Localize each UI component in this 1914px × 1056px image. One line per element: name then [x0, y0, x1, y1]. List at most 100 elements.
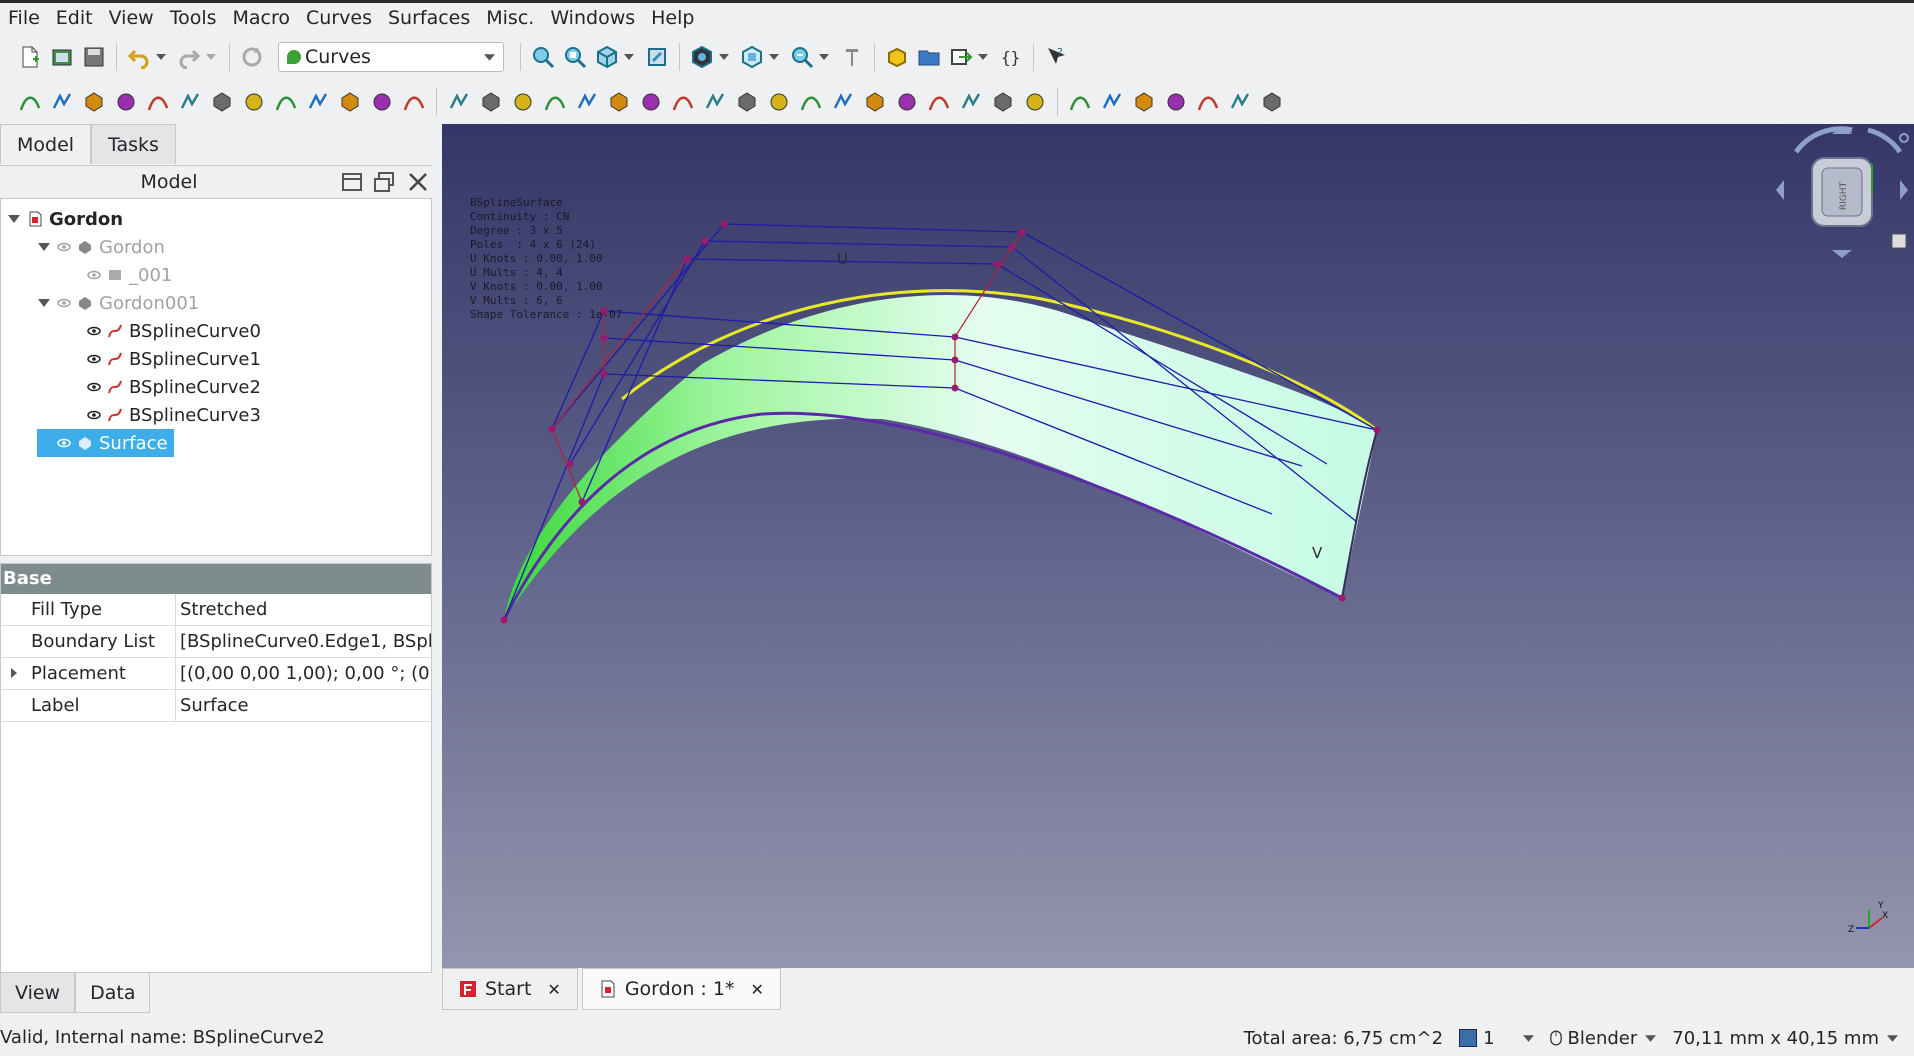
view-dropdown[interactable] — [623, 44, 635, 70]
script-icon[interactable] — [1163, 89, 1189, 115]
gordon-icon[interactable] — [478, 89, 504, 115]
arc-icon[interactable] — [49, 89, 75, 115]
toggle-layout-icon[interactable] — [340, 170, 364, 194]
extend-icon[interactable] — [542, 89, 568, 115]
close-icon[interactable] — [406, 170, 430, 194]
tab-model[interactable]: Model — [0, 124, 92, 164]
visibility-icon[interactable] — [87, 352, 101, 366]
surface-flatten-icon[interactable] — [369, 89, 395, 115]
cube-blue-icon[interactable] — [1099, 89, 1125, 115]
zoom-icon[interactable] — [789, 44, 815, 70]
split-icon[interactable] — [638, 89, 664, 115]
cube-menu-icon[interactable] — [1891, 233, 1907, 249]
bspline-icon[interactable] — [209, 89, 235, 115]
spiral-icon[interactable] — [241, 89, 267, 115]
property-row-placement[interactable]: Placement [(0,00 0,00 1,00); 0,00 °; (0,… — [1, 658, 431, 690]
visibility-icon[interactable] — [57, 296, 71, 310]
sweep-icon[interactable] — [401, 89, 427, 115]
sphere-icon[interactable] — [734, 89, 760, 115]
menu-view[interactable]: View — [101, 3, 162, 34]
new-icon[interactable] — [17, 44, 43, 70]
measure-distance-icon[interactable] — [839, 44, 865, 70]
visibility-icon[interactable] — [87, 408, 101, 422]
parametric-icon[interactable] — [926, 89, 952, 115]
property-row-label[interactable]: Label Surface — [1, 690, 431, 722]
tree-item[interactable]: Gordon — [7, 205, 123, 233]
close-icon[interactable]: ✕ — [750, 980, 763, 999]
tab-view[interactable]: View — [0, 973, 76, 1013]
grid-tool-icon[interactable] — [1227, 89, 1253, 115]
bend-icon[interactable] — [798, 89, 824, 115]
twist-icon[interactable] — [830, 89, 856, 115]
tree-item[interactable]: BSplineCurve0 — [67, 317, 261, 345]
visibility-icon[interactable] — [57, 436, 71, 450]
rotate-right-icon[interactable] — [1867, 127, 1903, 154]
tree-item[interactable]: Gordon001 — [37, 289, 199, 317]
expand-arrow-icon[interactable] — [9, 668, 19, 678]
tree-item[interactable]: BSplineCurve3 — [67, 401, 261, 429]
folder-icon[interactable] — [916, 44, 942, 70]
visibility-icon[interactable] — [87, 380, 101, 394]
cube-green-icon[interactable] — [1131, 89, 1157, 115]
arrow-left-icon[interactable] — [1776, 180, 1784, 200]
tree-item[interactable]: BSplineCurve2 — [67, 373, 261, 401]
speed-icon[interactable] — [1259, 89, 1285, 115]
property-row-boundary-list[interactable]: Boundary List [BSplineCurve0.Edge1, BSpl… — [1, 626, 431, 658]
approximate-icon[interactable] — [177, 89, 203, 115]
property-value[interactable]: [(0,00 0,00 1,00); 0,00 °; (0,0... — [176, 658, 431, 689]
expand-arrow-icon[interactable] — [7, 212, 21, 226]
visibility-icon[interactable] — [87, 268, 101, 282]
workbench-selector[interactable]: Curves — [278, 42, 504, 72]
menu-surfaces[interactable]: Surfaces — [380, 3, 478, 34]
info-icon[interactable] — [1067, 89, 1093, 115]
curve-on-surface-icon[interactable] — [574, 89, 600, 115]
undo-icon[interactable] — [126, 44, 152, 70]
undo-dropdown[interactable] — [155, 44, 167, 70]
menu-file[interactable]: File — [0, 3, 48, 34]
tree-item[interactable]: BSplineCurve1 — [67, 345, 261, 373]
menu-windows[interactable]: Windows — [542, 3, 643, 34]
interpolate-icon[interactable] — [145, 89, 171, 115]
whats-this-icon[interactable]: ? — [1043, 44, 1069, 70]
solid-icon[interactable] — [990, 89, 1016, 115]
grid-icon[interactable] — [510, 89, 536, 115]
3d-viewport[interactable]: U V BSplineSurface Continuity : CN Degree … — [442, 124, 1914, 968]
property-value[interactable]: Stretched — [176, 594, 431, 625]
tree-item[interactable]: Gordon — [37, 233, 165, 261]
pipe-icon[interactable] — [446, 89, 472, 115]
zoom-dropdown[interactable] — [818, 44, 830, 70]
fit-all-icon[interactable] — [530, 44, 556, 70]
draw-style-dropdown[interactable] — [718, 44, 730, 70]
blend-curve-icon[interactable] — [81, 89, 107, 115]
property-row-fill-type[interactable]: Fill Type Stretched — [1, 594, 431, 626]
property-value[interactable]: [BSplineCurve0.Edge1, BSpl... — [176, 626, 431, 657]
expand-arrow-icon[interactable] — [37, 240, 51, 254]
navigation-style[interactable]: Blender — [1549, 1028, 1657, 1049]
visibility-icon[interactable] — [87, 324, 101, 338]
menu-misc[interactable]: Misc. — [478, 3, 542, 34]
menu-macro[interactable]: Macro — [225, 3, 299, 34]
discretize-icon[interactable] — [273, 89, 299, 115]
refresh-icon[interactable] — [239, 44, 265, 70]
link-icon[interactable] — [948, 44, 974, 70]
close-icon[interactable]: ✕ — [547, 980, 560, 999]
segment-icon[interactable] — [894, 89, 920, 115]
iso-curve-icon[interactable] — [606, 89, 632, 115]
comb-icon[interactable] — [113, 89, 139, 115]
measure-icon[interactable] — [644, 44, 670, 70]
trim-icon[interactable] — [305, 89, 331, 115]
arrow-down-icon[interactable] — [1832, 250, 1852, 258]
float-panel-icon[interactable] — [372, 170, 396, 194]
menu-curves[interactable]: Curves — [298, 3, 380, 34]
cube-3d-icon[interactable] — [1195, 89, 1221, 115]
pin-icon[interactable] — [670, 89, 696, 115]
draw-style-icon[interactable] — [689, 44, 715, 70]
tree-item[interactable]: Surface — [37, 429, 174, 457]
doc-tab-gordon[interactable]: Gordon : 1* ✕ — [581, 968, 781, 1010]
box-icon[interactable] — [958, 89, 984, 115]
expand-arrow-icon[interactable] — [37, 296, 51, 310]
arrow-right-icon[interactable] — [1900, 180, 1908, 200]
tree-item[interactable]: _001 — [67, 261, 172, 289]
open-icon[interactable] — [49, 44, 75, 70]
redo-dropdown[interactable] — [205, 44, 217, 70]
